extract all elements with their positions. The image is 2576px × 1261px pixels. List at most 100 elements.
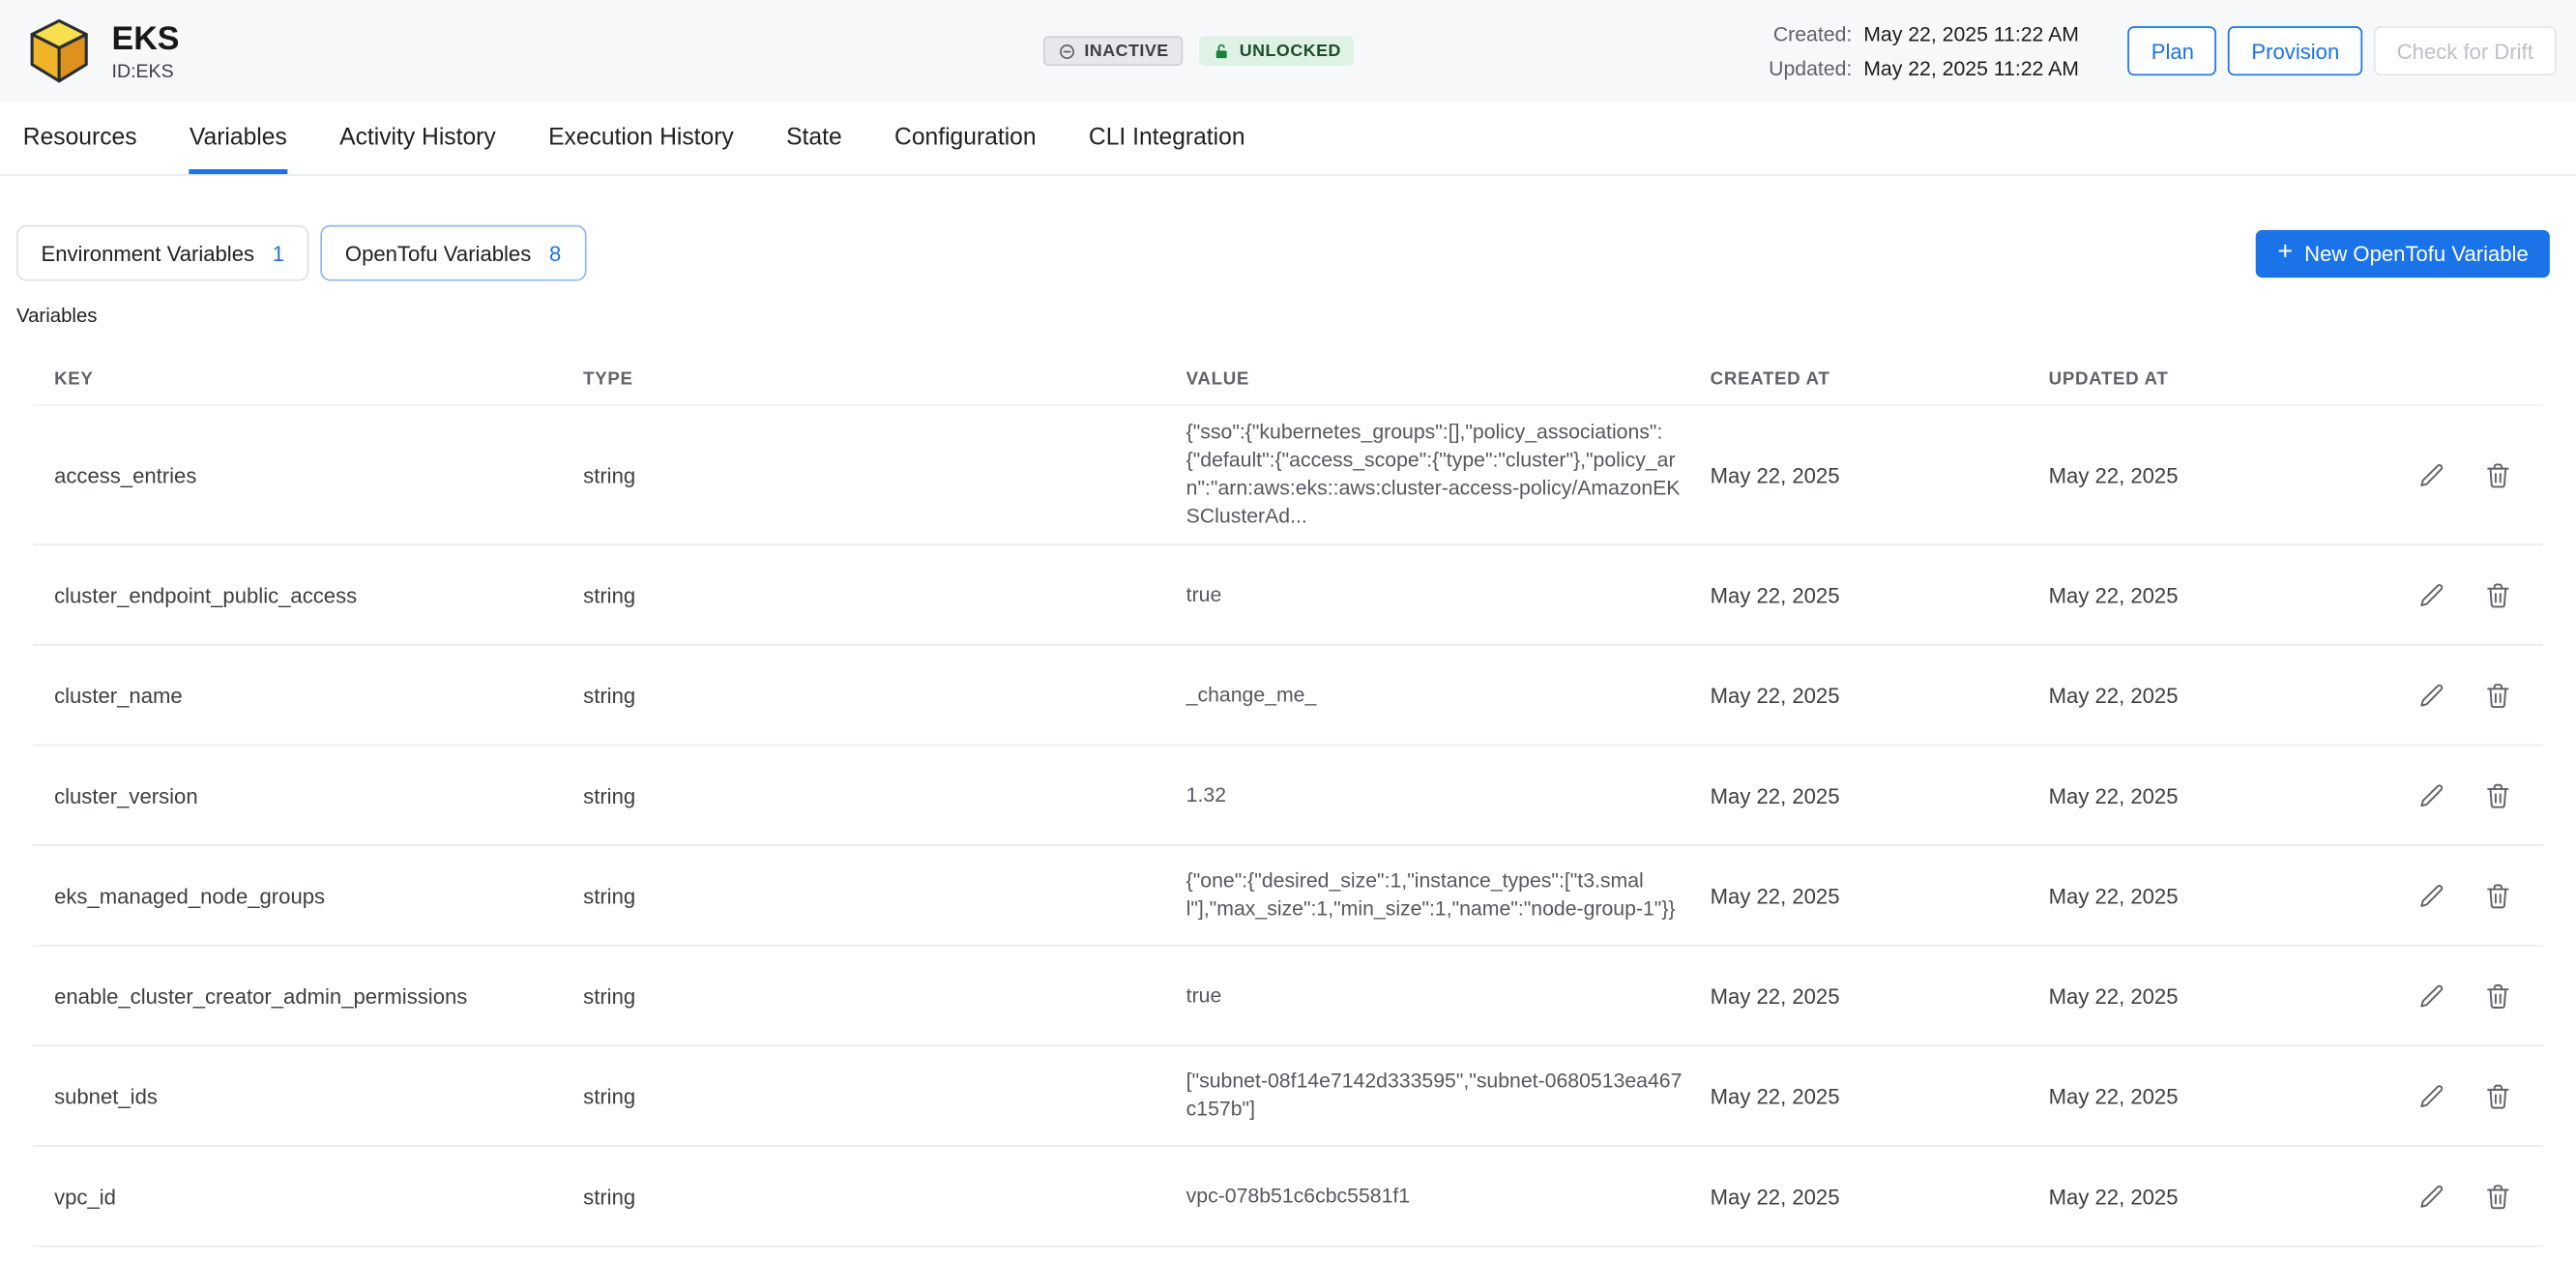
pencil-icon bbox=[2418, 681, 2446, 709]
check-for-drift-button[interactable]: Check for Drift bbox=[2374, 26, 2557, 75]
trash-icon bbox=[2484, 882, 2512, 910]
delete-variable-button[interactable] bbox=[2480, 777, 2515, 812]
filter-tab-environment-variables[interactable]: Environment Variables 1 bbox=[16, 225, 309, 281]
variable-value: true bbox=[1186, 568, 1711, 622]
row-actions bbox=[2384, 678, 2522, 713]
delete-variable-button[interactable] bbox=[2480, 577, 2515, 612]
status-badge-label: INACTIVE bbox=[1084, 41, 1168, 60]
column-header-type: TYPE bbox=[583, 368, 1186, 388]
variable-updated-at: May 22, 2025 bbox=[2049, 1070, 2385, 1122]
row-actions bbox=[2384, 1179, 2522, 1214]
environment-header: EKS ID:EKS INACTIVE UNLOCKED Crea bbox=[0, 0, 2576, 102]
trash-icon bbox=[2484, 461, 2512, 489]
pencil-icon bbox=[2418, 581, 2446, 609]
edit-variable-button[interactable] bbox=[2415, 457, 2450, 492]
table-row: vpc_id string vpc-078b51c6cbc5581f1 May … bbox=[33, 1147, 2543, 1247]
variable-key: enable_cluster_creator_admin_permissions bbox=[54, 970, 583, 1021]
lock-badge: UNLOCKED bbox=[1200, 36, 1355, 66]
trash-icon bbox=[2484, 982, 2512, 1010]
variable-type: string bbox=[583, 970, 1186, 1021]
variable-created-at: May 22, 2025 bbox=[1711, 770, 2049, 821]
row-actions bbox=[2384, 1078, 2522, 1113]
variables-section-label: Variables bbox=[16, 304, 2560, 327]
tab-variables[interactable]: Variables bbox=[190, 102, 287, 174]
provision-button[interactable]: Provision bbox=[2229, 26, 2362, 75]
updated-label: Updated: bbox=[1769, 57, 1852, 80]
row-actions bbox=[2384, 777, 2522, 812]
tab-label: Configuration bbox=[894, 124, 1037, 150]
variable-key: cluster_name bbox=[54, 669, 583, 720]
new-opentofu-variable-button[interactable]: + New OpenTofu Variable bbox=[2256, 229, 2550, 277]
filter-tab-label: Environment Variables bbox=[41, 241, 254, 265]
variable-type-filters: Environment Variables 1 OpenTofu Variabl… bbox=[16, 225, 586, 281]
page-title: EKS bbox=[112, 20, 180, 58]
edit-variable-button[interactable] bbox=[2415, 1179, 2450, 1214]
eks-logo-icon bbox=[23, 15, 96, 87]
created-value: May 22, 2025 11:22 AM bbox=[1863, 22, 2079, 45]
trash-icon bbox=[2484, 581, 2512, 609]
delete-variable-button[interactable] bbox=[2480, 1078, 2515, 1113]
edit-variable-button[interactable] bbox=[2415, 1078, 2450, 1113]
variable-key: subnet_ids bbox=[54, 1070, 583, 1122]
filter-tab-opentofu-variables[interactable]: OpenTofu Variables 8 bbox=[320, 225, 585, 281]
variable-value: ["subnet-08f14e7142d333595","subnet-0680… bbox=[1186, 1055, 1711, 1137]
tab-label: Execution History bbox=[548, 124, 734, 150]
table-row: enable_cluster_creator_admin_permissions… bbox=[33, 947, 2543, 1047]
status-badges: INACTIVE UNLOCKED bbox=[1043, 36, 1355, 66]
delete-variable-button[interactable] bbox=[2480, 1179, 2515, 1214]
variable-updated-at: May 22, 2025 bbox=[2049, 669, 2385, 720]
pencil-icon bbox=[2418, 461, 2446, 489]
variable-value: 1.32 bbox=[1186, 768, 1711, 822]
variable-value: vpc-078b51c6cbc5581f1 bbox=[1186, 1169, 1711, 1223]
delete-variable-button[interactable] bbox=[2480, 878, 2515, 913]
edit-variable-button[interactable] bbox=[2415, 878, 2450, 913]
variable-value: {"one":{"desired_size":1,"instance_types… bbox=[1186, 854, 1711, 936]
filter-tab-count: 8 bbox=[549, 241, 561, 265]
variable-type: string bbox=[583, 870, 1186, 922]
tab-cli-integration[interactable]: CLI Integration bbox=[1089, 102, 1245, 174]
variable-key: eks_managed_node_groups bbox=[54, 870, 583, 922]
tab-state[interactable]: State bbox=[786, 102, 842, 174]
variable-key: vpc_id bbox=[54, 1171, 583, 1222]
variable-updated-at: May 22, 2025 bbox=[2049, 870, 2385, 922]
pencil-icon bbox=[2418, 1082, 2446, 1110]
edit-variable-button[interactable] bbox=[2415, 678, 2450, 713]
variables-table: KEY TYPE VALUE CREATED AT UPDATED AT acc… bbox=[33, 353, 2543, 1246]
delete-variable-button[interactable] bbox=[2480, 457, 2515, 492]
unlock-icon bbox=[1214, 42, 1232, 60]
delete-variable-button[interactable] bbox=[2480, 678, 2515, 713]
variable-created-at: May 22, 2025 bbox=[1711, 450, 2049, 501]
timestamps: Created: May 22, 2025 11:22 AM Updated: … bbox=[1769, 22, 2079, 79]
trash-icon bbox=[2484, 681, 2512, 709]
variable-updated-at: May 22, 2025 bbox=[2049, 570, 2385, 621]
header-right: Created: May 22, 2025 11:22 AM Updated: … bbox=[1769, 22, 2557, 79]
filter-tab-label: OpenTofu Variables bbox=[345, 241, 531, 265]
row-actions bbox=[2384, 878, 2522, 913]
updated-value: May 22, 2025 11:22 AM bbox=[1863, 57, 2079, 80]
filter-row: Environment Variables 1 OpenTofu Variabl… bbox=[16, 225, 2560, 281]
edit-variable-button[interactable] bbox=[2415, 777, 2450, 812]
column-header-value: VALUE bbox=[1186, 368, 1711, 388]
title-block: EKS ID:EKS bbox=[112, 20, 180, 81]
edit-variable-button[interactable] bbox=[2415, 577, 2450, 612]
row-actions bbox=[2384, 457, 2522, 492]
tab-execution-history[interactable]: Execution History bbox=[548, 102, 734, 174]
pencil-icon bbox=[2418, 1182, 2446, 1210]
environment-id: ID:EKS bbox=[112, 62, 180, 81]
delete-variable-button[interactable] bbox=[2480, 979, 2515, 1013]
variable-created-at: May 22, 2025 bbox=[1711, 570, 2049, 621]
variable-updated-at: May 22, 2025 bbox=[2049, 970, 2385, 1021]
tab-configuration[interactable]: Configuration bbox=[894, 102, 1037, 174]
new-opentofu-variable-label: New OpenTofu Variable bbox=[2304, 241, 2529, 265]
variable-created-at: May 22, 2025 bbox=[1711, 970, 2049, 1021]
tab-resources[interactable]: Resources bbox=[23, 102, 137, 174]
tab-activity-history[interactable]: Activity History bbox=[339, 102, 496, 174]
edit-variable-button[interactable] bbox=[2415, 979, 2450, 1013]
lock-badge-label: UNLOCKED bbox=[1240, 41, 1341, 60]
column-header-created-at: CREATED AT bbox=[1711, 368, 2049, 388]
table-row: cluster_name string _change_me_ May 22, … bbox=[33, 646, 2543, 747]
table-header-row: KEY TYPE VALUE CREATED AT UPDATED AT bbox=[33, 353, 2543, 405]
pencil-icon bbox=[2418, 781, 2446, 809]
plan-button[interactable]: Plan bbox=[2128, 26, 2217, 75]
header-actions: Plan Provision Check for Drift bbox=[2128, 26, 2557, 75]
